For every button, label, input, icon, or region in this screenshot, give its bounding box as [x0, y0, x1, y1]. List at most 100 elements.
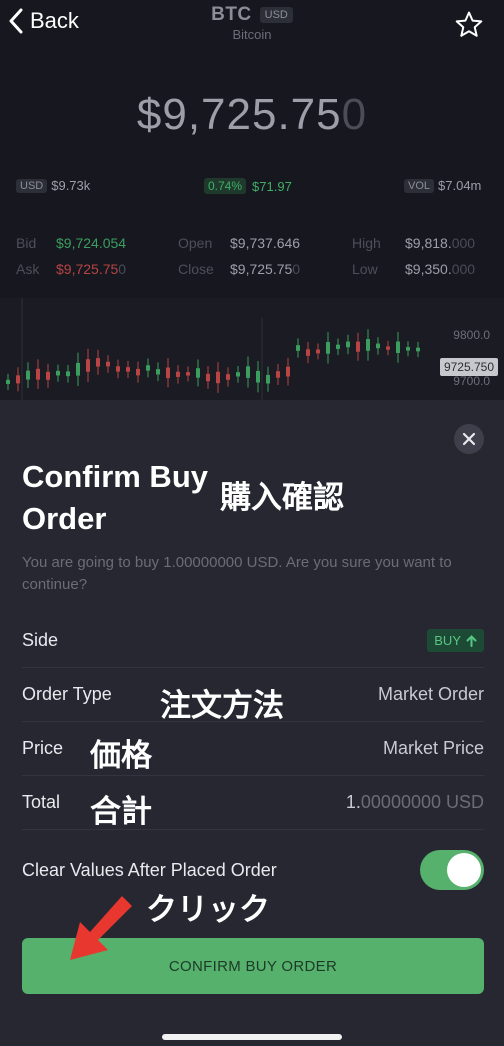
candle-body: [106, 361, 110, 367]
currency-value: $9.73k: [51, 178, 91, 193]
candle-body: [166, 367, 170, 379]
bid-label: Bid: [16, 235, 37, 251]
low-label: Low: [352, 261, 378, 277]
annotation-title: 購入確認: [220, 480, 344, 516]
candle-body: [386, 346, 390, 350]
change-value: $71.97: [252, 178, 292, 194]
candle-body: [116, 366, 120, 372]
annotation-click: クリック: [146, 892, 270, 928]
currency-badge: USD: [259, 7, 293, 23]
toggle-knob: [447, 853, 481, 887]
high-value: $9,818.000: [405, 235, 476, 251]
price-tail: 0: [341, 90, 368, 139]
close-value: $9,725.750: [230, 261, 301, 277]
candle-body: [66, 371, 70, 377]
candle-body: [356, 341, 360, 352]
candlestick-plot: [6, 298, 420, 408]
candle-body: [256, 370, 260, 383]
modal-title: Confirm Buy Order: [22, 459, 208, 536]
current-price: $9,725.750: [0, 90, 504, 140]
candle-body: [206, 373, 210, 382]
home-indicator: [162, 1034, 342, 1040]
candle-body: [56, 370, 60, 376]
annotation-price: 価格: [90, 738, 152, 774]
close-icon: [462, 432, 476, 446]
modal-subtitle: You are going to buy 1.00000000 USD. Are…: [22, 554, 452, 593]
open-label: Open: [178, 235, 213, 251]
candle-body: [296, 345, 300, 351]
candle-body: [86, 359, 90, 372]
buy-badge-label: BUY: [434, 633, 461, 648]
total-value: 1.00000000 USD: [345, 792, 484, 812]
close-button[interactable]: [454, 424, 484, 454]
confirm-order-sheet: Confirm Buy Order 購入確認 You are going to …: [0, 400, 504, 1046]
bid-value: $9,724.054: [56, 235, 127, 251]
buy-badge: BUY: [427, 629, 484, 652]
candle-body: [76, 362, 80, 376]
axis-label-bottom: 9700.0: [453, 374, 490, 388]
candle-body: [186, 372, 190, 376]
top-bar: Back BTC USD Bitcoin: [0, 0, 504, 60]
arrow-up-icon: [466, 634, 477, 647]
candle-body: [136, 368, 140, 376]
price-chart[interactable]: 9800.0 9700.0 9725.750: [0, 298, 504, 408]
asset-name: Bitcoin: [232, 27, 272, 42]
ask-label: Ask: [16, 261, 40, 277]
candle-body: [6, 379, 10, 384]
stats-row: USD $9.73k 0.74% $71.97 VOL $7.04m: [0, 178, 504, 198]
red-arrow-annotation: [70, 896, 132, 960]
candle-body: [366, 339, 370, 351]
volume-chip: VOL: [404, 178, 435, 193]
candle-body: [216, 371, 220, 384]
volume-value: $7.04m: [438, 178, 482, 193]
candle-body: [236, 372, 240, 377]
candle-body: [96, 358, 100, 367]
candle-body: [406, 347, 410, 351]
candle-body: [286, 366, 290, 377]
candle-body: [226, 374, 230, 380]
change-stat: 0.74% $71.97: [204, 178, 292, 194]
candle-body: [146, 365, 150, 371]
clear-values-toggle[interactable]: [420, 850, 484, 890]
candle-body: [246, 366, 250, 378]
annotation-total: 合計: [90, 794, 152, 830]
order-type-label: Order Type: [22, 684, 112, 704]
candle-body: [156, 369, 160, 375]
current-price-tag: 9725.750: [439, 358, 498, 376]
candle-body: [346, 341, 350, 348]
symbol: BTC: [211, 4, 252, 25]
candle-body: [176, 371, 180, 377]
ask-value: $9,725.750: [56, 261, 127, 277]
side-label: Side: [22, 630, 59, 650]
candle-body: [276, 371, 280, 378]
candle-body: [336, 344, 340, 349]
price-main: $9,725.75: [136, 90, 342, 139]
price-label: Price: [22, 738, 64, 758]
low-value: $9,350.000: [405, 261, 476, 277]
high-label: High: [352, 235, 381, 251]
side-row: Side BUY: [22, 614, 484, 668]
price-value: Market Price: [382, 738, 484, 758]
candle-body: [196, 368, 200, 378]
candle-body: [326, 342, 330, 354]
ticker-title: BTC USD Bitcoin: [0, 4, 504, 42]
open-value: $9,737.646: [230, 235, 301, 251]
total-label: Total: [22, 792, 61, 812]
change-percent: 0.74%: [204, 178, 247, 194]
volume-stat: VOL $7.04m: [404, 178, 481, 193]
candle-body: [36, 368, 40, 380]
candle-body: [376, 343, 380, 349]
currency-stat: USD $9.73k: [16, 178, 90, 193]
candle-body: [266, 374, 270, 384]
candle-body: [316, 349, 320, 354]
candle-body: [416, 347, 420, 352]
close-label: Close: [178, 261, 214, 277]
star-icon[interactable]: [454, 10, 484, 40]
candle-body: [396, 341, 400, 353]
candle-body: [16, 375, 20, 384]
annotation-order-type: 注文方法: [160, 688, 284, 724]
candle-body: [306, 349, 310, 356]
candle-body: [126, 367, 130, 372]
currency-chip: USD: [16, 178, 48, 193]
candle-body: [46, 371, 50, 380]
